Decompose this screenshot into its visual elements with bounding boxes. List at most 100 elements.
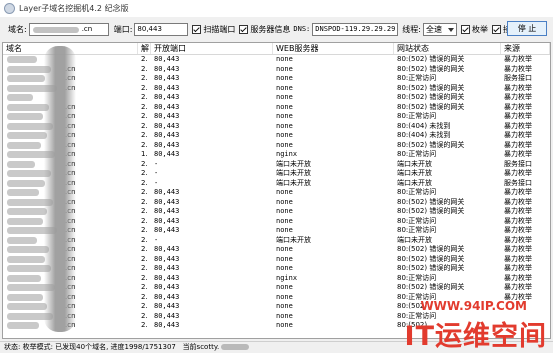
table-row[interactable]: .cn2.80,443none80:(502) 错误的网关暴力枚举 — [3, 264, 550, 274]
cell-ports: 80,443 — [154, 264, 180, 272]
redaction-blur — [7, 274, 41, 282]
domain-input[interactable]: .cn — [28, 22, 109, 36]
table-row[interactable]: .cn2.80,443none80:(502) 错误的网关暴力枚举 — [3, 207, 550, 217]
cell-server: none — [276, 121, 293, 130]
table-row[interactable]: .cn2.80,443none80:(502) 错误的网关暴力枚举 — [3, 84, 550, 94]
cell-status: 80:(502) 错误的网关 — [397, 93, 465, 101]
cell-server: none — [276, 283, 293, 291]
table-row[interactable]: .cn2.-端口未开放端口未开放服务接口 — [3, 179, 550, 189]
cell-status: 80:正常访问 — [397, 74, 437, 82]
cell-status: 80:(502) 错误的网关 — [397, 102, 465, 111]
cell-status: 80:(502) 错误的网关 — [397, 245, 465, 253]
cell-server: 端口未开放 — [276, 235, 311, 244]
checkbox-checked-icon — [460, 24, 470, 34]
table-row[interactable]: .cn2.80,443none80:正常访问暴力枚举 — [3, 188, 550, 198]
table-row[interactable]: .cn2.80,443none80:(502) 错误的网关暴力枚举 — [3, 141, 550, 151]
cell-status: 80:(502) 错误的网关 — [397, 283, 465, 291]
enum-checkbox[interactable]: 枚举 — [460, 24, 488, 35]
cell-ip: 2. — [141, 197, 148, 206]
cell-source: 暴力枚举 — [504, 55, 532, 63]
cell-server: none — [276, 292, 293, 301]
cell-source: 暴力枚举 — [504, 64, 532, 73]
table-row[interactable]: .cn2.80,443none80:(502) 错误的网关暴力枚举 — [3, 283, 550, 293]
column-header-server[interactable]: WEB服务器 — [273, 43, 394, 54]
cell-status: 80:(502) 错误的网关 — [397, 55, 465, 63]
cell-ports: 80,443 — [154, 102, 180, 111]
cell-ports: 80,443 — [154, 226, 180, 234]
cell-ports: 80,443 — [154, 150, 180, 158]
redaction-blur — [7, 322, 39, 329]
cell-ip: 2. — [141, 169, 148, 177]
cell-source: 暴力枚举 — [504, 207, 532, 215]
table-row[interactable]: .cn2.-端口未开放端口未开放服务接口 — [3, 160, 550, 170]
table-row[interactable]: .cn2.80,443none80:正常访问服务接口 — [3, 74, 550, 84]
table-row[interactable]: .cn2.80,443none80:(502) 错误的网关暴力枚举 — [3, 245, 550, 255]
table-row[interactable]: .cn2.80,443none80:正常访问暴力枚举 — [3, 217, 550, 227]
cell-server: none — [276, 93, 293, 101]
cell-server: none — [276, 188, 293, 196]
column-header-source[interactable]: 来源 — [501, 43, 550, 54]
column-header-ip[interactable]: 解 — [138, 43, 151, 54]
redaction-blur — [7, 141, 41, 149]
column-header-ports[interactable]: 开放端口 — [151, 43, 273, 54]
cell-server: none — [276, 197, 293, 206]
cell-source: 暴力枚举 — [504, 188, 532, 196]
stop-button[interactable]: 停 止 — [507, 21, 547, 36]
cell-source: 暴力枚举 — [504, 150, 532, 158]
redaction-blur — [44, 46, 76, 332]
cell-server: none — [276, 207, 293, 215]
table-row[interactable]: .cn2.80,443none80:(502) 错误的网关暴力枚举 — [3, 255, 550, 265]
cell-ip: 2. — [141, 131, 148, 139]
cell-source: 暴力枚举 — [504, 197, 532, 206]
cell-source: 服务接口 — [504, 159, 532, 168]
cell-ip: 2. — [141, 235, 148, 244]
cell-server: 端口未开放 — [276, 159, 311, 168]
table-row[interactable]: .cn2.-端口未开放端口未开放暴力枚举 — [3, 169, 550, 179]
cell-ip: 2. — [141, 93, 148, 101]
cell-server: none — [276, 226, 293, 234]
cell-server: none — [276, 264, 293, 272]
cell-server: none — [276, 74, 293, 82]
table-row[interactable]: .cn2.80,443none80:正常访问暴力枚举 — [3, 112, 550, 122]
cell-ip: 2. — [141, 178, 148, 187]
server-info-checkbox[interactable]: 服务器信息 — [239, 24, 290, 35]
table-row[interactable]: .cn2.80,443none80:正常访问暴力枚举 — [3, 226, 550, 236]
cell-source: 暴力枚举 — [504, 93, 532, 101]
table-row[interactable]: .cn2.80,443none80:(404) 未找到暴力枚举 — [3, 131, 550, 141]
threads-select[interactable]: 全速 — [422, 22, 457, 36]
table-row[interactable]: .cn2.80,443none80:(404) 未找到暴力枚举 — [3, 122, 550, 132]
table-row[interactable]: .cn2.80,443none80:(502) 错误的网关暴力枚举 — [3, 65, 550, 75]
cell-source: 暴力枚举 — [504, 245, 532, 253]
cell-source: 暴力枚举 — [504, 140, 532, 149]
cell-source: 暴力枚举 — [504, 254, 532, 263]
cell-ports: 80,443 — [154, 216, 180, 225]
cell-status: 端口未开放 — [397, 178, 432, 187]
results-table[interactable]: 域名 解 开放端口 WEB服务器 网站状态 来源 2. 80,443 none 80:… — [2, 42, 551, 339]
cell-ports: 80,443 — [154, 207, 180, 215]
redaction-blur — [7, 208, 47, 215]
dns-input[interactable]: DNSPOD-119.29.29.29 — [312, 22, 399, 36]
table-row[interactable]: .cn2.80,443none80:(502) 错误的网关暴力枚举 — [3, 103, 550, 113]
cell-source: 暴力枚举 — [504, 283, 532, 291]
cell-server: none — [276, 83, 293, 92]
column-header-status[interactable]: 网站状态 — [394, 43, 501, 54]
table-row[interactable]: .cn1.80,443nginx80:正常访问暴力枚举 — [3, 150, 550, 160]
redaction-blur — [7, 160, 35, 168]
port-input[interactable]: 80,443 — [134, 22, 189, 36]
cell-status: 端口未开放 — [397, 169, 432, 177]
table-row[interactable]: .cn2.80,443none80:(502) 错误的网关暴力枚举 — [3, 198, 550, 208]
cell-server: none — [276, 302, 293, 310]
table-row[interactable]: .cn2.80,443nginx80:正常访问暴力枚举 — [3, 274, 550, 284]
cell-source: 暴力枚举 — [504, 102, 532, 111]
cell-ip: 2. — [141, 159, 148, 168]
cell-source: 暴力枚举 — [504, 169, 532, 177]
cell-source: 暴力枚举 — [504, 121, 532, 130]
table-row[interactable]: 2. 80,443 none 80:(502) 错误的网关 暴力枚举 — [3, 93, 550, 103]
table-row[interactable]: 2. 80,443 none 80:(502) 错误的网关 暴力枚举 — [3, 55, 550, 65]
redaction-blur — [7, 113, 43, 120]
cell-ip: 2. — [141, 245, 148, 253]
cell-ip: 2. — [141, 321, 148, 329]
scan-ports-checkbox[interactable]: 扫描端口 — [192, 24, 235, 35]
table-row[interactable]: .cn2.-端口未开放端口未开放暴力枚举 — [3, 236, 550, 246]
cell-status: 端口未开放 — [397, 159, 432, 168]
